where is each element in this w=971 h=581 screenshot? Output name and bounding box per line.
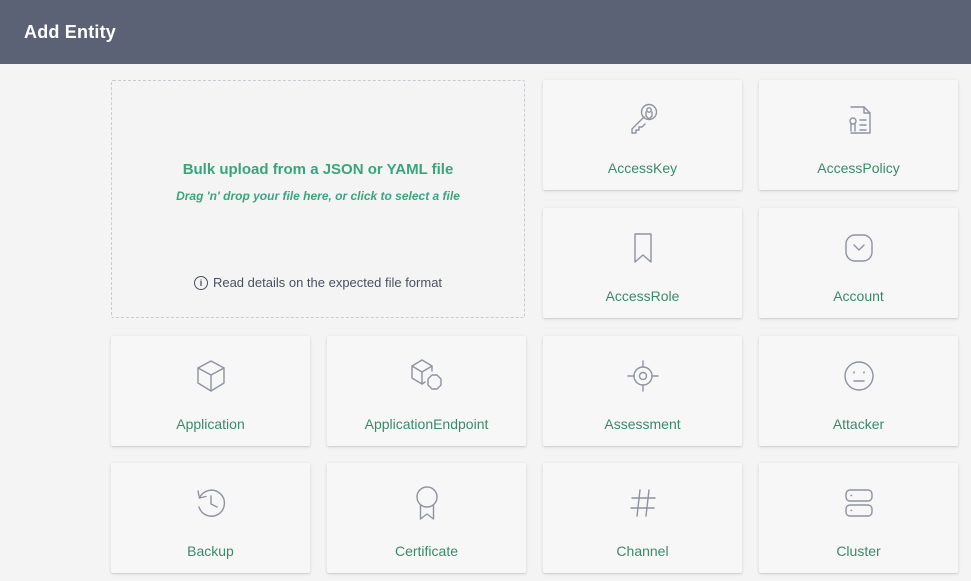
bulk-upload-dropzone[interactable]: Bulk upload from a JSON or YAML file Dra… xyxy=(111,80,525,318)
entity-label: ApplicationEndpoint xyxy=(364,416,489,432)
entity-card-channel[interactable]: Channel xyxy=(543,463,742,573)
neutral-face-icon xyxy=(837,354,881,398)
entity-card-attacker[interactable]: Attacker xyxy=(759,336,958,446)
entity-card-cluster[interactable]: Cluster xyxy=(759,463,958,573)
entity-label: Cluster xyxy=(836,543,881,559)
entity-label: Application xyxy=(176,416,245,432)
entity-card-applicationendpoint[interactable]: ApplicationEndpoint xyxy=(327,336,526,446)
entity-card-accesspolicy[interactable]: AccessPolicy xyxy=(759,80,958,190)
cube-icon xyxy=(189,354,233,398)
details-label: Read details on the expected file format xyxy=(212,275,443,290)
entity-label: Attacker xyxy=(832,416,885,432)
key-icon xyxy=(621,98,665,142)
policy-document-icon xyxy=(837,98,881,142)
hashtag-icon xyxy=(621,481,665,525)
page-title: Add Entity xyxy=(24,21,116,42)
upload-heading: Bulk upload from a JSON or YAML file xyxy=(182,161,454,178)
crosshair-icon xyxy=(621,354,665,398)
upload-subtext: Drag 'n' drop your file here, or click t… xyxy=(176,189,460,203)
entity-card-account[interactable]: Account xyxy=(759,208,958,318)
server-icon xyxy=(837,481,881,525)
entity-card-backup[interactable]: Backup xyxy=(111,463,310,573)
entity-label: Certificate xyxy=(394,543,459,559)
entity-label: AccessRole xyxy=(605,288,680,304)
entity-card-assessment[interactable]: Assessment xyxy=(543,336,742,446)
entity-label: Channel xyxy=(616,543,669,559)
file-format-details-link[interactable]: i Read details on the expected file form… xyxy=(112,275,524,290)
entity-label: AccessKey xyxy=(607,160,678,176)
entity-card-certificate[interactable]: Certificate xyxy=(327,463,526,573)
entity-card-accessrole[interactable]: AccessRole xyxy=(543,208,742,318)
entity-card-application[interactable]: Application xyxy=(111,336,310,446)
entity-label: Account xyxy=(833,288,884,304)
header-bar: Add Entity xyxy=(0,0,971,64)
entity-label: AccessPolicy xyxy=(817,160,900,176)
entity-label: Assessment xyxy=(604,416,681,432)
bookmark-icon xyxy=(621,226,665,270)
ribbon-icon xyxy=(405,481,449,525)
history-icon xyxy=(189,481,233,525)
info-icon: i xyxy=(193,275,208,290)
entity-label: Backup xyxy=(187,543,234,559)
cube-endpoint-icon xyxy=(405,354,449,398)
account-icon xyxy=(837,226,881,270)
entity-card-accesskey[interactable]: AccessKey xyxy=(543,80,742,190)
